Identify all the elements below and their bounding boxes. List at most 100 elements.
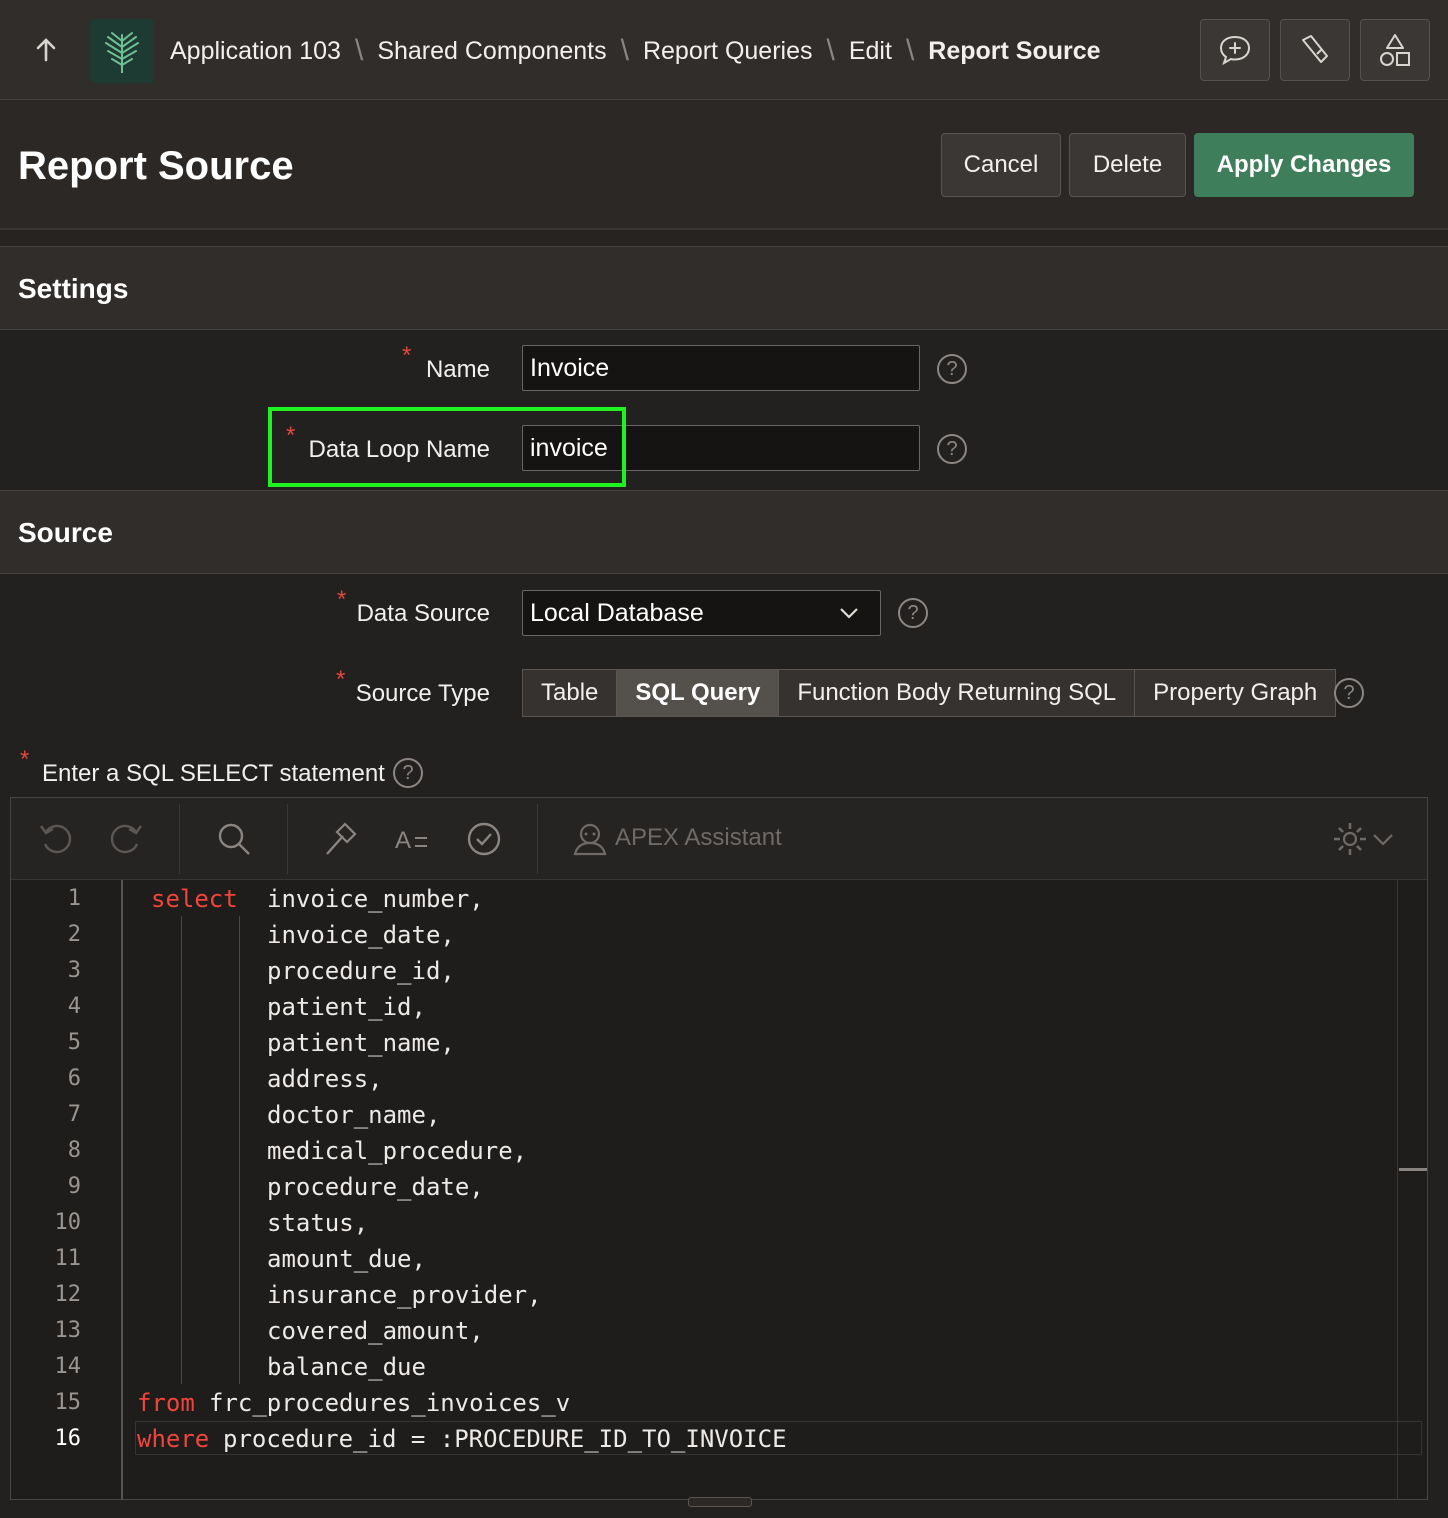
source-heading: Source — [18, 517, 113, 548]
cancel-button[interactable]: Cancel — [941, 133, 1061, 197]
page-header: Report Source Cancel Delete Apply Change… — [0, 100, 1448, 230]
name-label: Name — [425, 356, 490, 383]
shared-components-button[interactable] — [1360, 19, 1430, 81]
settings-icon[interactable] — [1331, 820, 1369, 858]
breadcrumb-report-queries[interactable]: Report Queries — [643, 37, 813, 66]
developer-tools-icon — [1302, 35, 1328, 63]
code-line: frc_procedures_invoices_v — [209, 1389, 571, 1417]
line-number: 5 — [67, 1030, 81, 1055]
app-logo-icon[interactable] — [90, 19, 154, 83]
line-number: 16 — [54, 1426, 82, 1451]
source-type-selector: Table SQL Query Function Body Returning … — [522, 669, 1337, 717]
source-type-label: Source Type — [355, 680, 490, 707]
code-line: patient_id, — [267, 993, 426, 1021]
code-keyword: select — [151, 885, 238, 913]
line-number: 15 — [54, 1390, 82, 1415]
data-source-value: Local Database — [530, 599, 704, 627]
code-line: procedure_id = :PROCEDURE_ID_TO_INVOICE — [223, 1425, 787, 1453]
source-type-sql-query[interactable]: SQL Query — [617, 670, 780, 716]
sql-statement-label: Enter a SQL SELECT statement — [42, 760, 385, 787]
search-icon[interactable] — [215, 820, 253, 858]
editor-gutter: 1 2 3 4 5 6 7 8 9 10 11 12 13 14 15 16 — [11, 880, 123, 1500]
code-keyword: from — [137, 1389, 195, 1417]
settings-section-header: Settings — [0, 246, 1448, 330]
help-icon[interactable]: ? — [1334, 678, 1364, 708]
editor-scrollbar[interactable] — [1397, 880, 1398, 1500]
breadcrumb-separator: \ — [620, 34, 629, 67]
line-number: 7 — [67, 1102, 81, 1127]
line-number: 3 — [67, 958, 81, 983]
format-icon[interactable]: A — [393, 820, 431, 858]
code-line: doctor_name, — [267, 1101, 441, 1129]
hammer-icon[interactable] — [321, 820, 359, 858]
developer-tools-button[interactable] — [1280, 19, 1350, 81]
line-number: 1 — [67, 886, 81, 911]
code-line: amount_due, — [267, 1245, 426, 1273]
code-line: insurance_provider, — [267, 1281, 542, 1309]
help-icon[interactable]: ? — [898, 598, 928, 628]
help-icon[interactable]: ? — [937, 354, 967, 384]
shapes-icon — [1380, 34, 1410, 66]
indent-guide — [181, 916, 182, 1384]
code-line: covered_amount, — [267, 1317, 484, 1345]
editor-resize-handle[interactable] — [688, 1497, 752, 1507]
code-line: balance_due — [267, 1353, 426, 1381]
toolbar-divider — [179, 804, 180, 874]
apply-changes-button[interactable]: Apply Changes — [1194, 133, 1414, 197]
validate-icon[interactable] — [465, 820, 503, 858]
svg-text:A: A — [395, 827, 411, 854]
breadcrumb-shared-components[interactable]: Shared Components — [377, 37, 606, 66]
line-number: 13 — [54, 1318, 82, 1343]
breadcrumb-separator: \ — [354, 34, 364, 67]
feedback-button[interactable] — [1200, 19, 1270, 81]
apex-assistant-label[interactable]: APEX Assistant — [615, 824, 782, 852]
code-line: procedure_id, — [267, 957, 455, 985]
highlight-box — [268, 407, 626, 487]
chevron-down-icon — [840, 608, 858, 619]
code-line: invoice_date, — [267, 921, 455, 949]
top-bar: Application 103 \ Shared Components \ Re… — [0, 0, 1448, 100]
line-number: 10 — [54, 1210, 82, 1235]
code-line: status, — [267, 1209, 369, 1237]
assistant-icon[interactable] — [571, 820, 609, 858]
breadcrumb: Application 103 \ Shared Components \ Re… — [170, 30, 1101, 72]
code-line: invoice_number, — [267, 885, 484, 913]
editor-toolbar: A APEX Assistant — [11, 798, 1427, 880]
breadcrumb-current: Report Source — [928, 36, 1101, 65]
source-type-property-graph[interactable]: Property Graph — [1135, 670, 1335, 716]
code-line: procedure_date, — [267, 1173, 484, 1201]
line-number: 9 — [67, 1174, 81, 1199]
up-arrow-icon[interactable] — [28, 32, 64, 68]
name-input[interactable]: Invoice — [522, 345, 920, 391]
breadcrumb-application[interactable]: Application 103 — [170, 37, 341, 66]
breadcrumb-edit[interactable]: Edit — [849, 37, 892, 66]
page-title: Report Source — [18, 144, 294, 188]
data-source-label: Data Source — [356, 600, 490, 627]
help-icon[interactable]: ? — [937, 434, 967, 464]
source-type-function-body[interactable]: Function Body Returning SQL — [779, 670, 1136, 716]
code-line: address, — [267, 1065, 383, 1093]
redo-icon[interactable] — [107, 820, 145, 858]
chevron-down-icon[interactable] — [1371, 820, 1395, 858]
line-number: 12 — [54, 1282, 82, 1307]
breadcrumb-separator: \ — [826, 34, 835, 67]
line-number: 8 — [67, 1138, 81, 1163]
help-icon[interactable]: ? — [393, 758, 423, 788]
source-section-header: Source — [0, 490, 1448, 574]
code-line: patient_name, — [267, 1029, 455, 1057]
code-editor: A APEX Assistant 1 2 3 4 5 6 7 8 9 10 11… — [10, 797, 1428, 1500]
line-number: 2 — [67, 922, 81, 947]
required-marker: * — [20, 746, 30, 773]
undo-icon[interactable] — [37, 820, 75, 858]
line-number: 6 — [67, 1066, 81, 1091]
source-type-table[interactable]: Table — [523, 670, 618, 716]
settings-heading: Settings — [18, 273, 129, 304]
indent-guide — [239, 916, 240, 1384]
code-line: medical_procedure, — [267, 1137, 528, 1165]
line-number: 14 — [54, 1354, 82, 1379]
toolbar-divider — [537, 804, 538, 874]
delete-button[interactable]: Delete — [1069, 133, 1186, 197]
scrollbar-marker — [1399, 1168, 1427, 1171]
line-number: 11 — [54, 1246, 82, 1271]
data-source-select[interactable]: Local Database — [522, 590, 881, 636]
